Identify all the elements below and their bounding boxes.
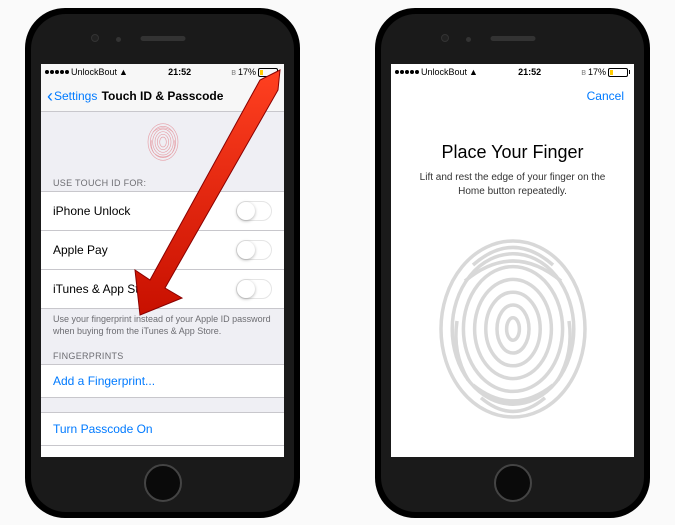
row-apple-pay[interactable]: Apple Pay <box>41 230 284 269</box>
battery-pct: 17% <box>238 67 256 77</box>
iphone-frame-left: UnlockBout ▲ 21:52 ʙ 17% ‹ Settings Touc… <box>25 8 300 518</box>
bluetooth-icon: ʙ <box>231 67 236 77</box>
switch-itunes[interactable] <box>236 279 272 299</box>
wifi-icon: ▲ <box>469 67 478 77</box>
fingerprint-large-icon <box>433 229 593 429</box>
wifi-icon: ▲ <box>119 67 128 77</box>
section-header-use-touchid: USE TOUCH ID FOR: <box>41 172 284 191</box>
back-button[interactable]: ‹ Settings <box>47 87 97 105</box>
switch-iphone-unlock[interactable] <box>236 201 272 221</box>
screen-enroll-fingerprint: UnlockBout ▲ 21:52 ʙ 17% Cancel Place Yo… <box>391 64 634 457</box>
enroll-title: Place Your Finger <box>411 142 614 163</box>
fingerprint-icon <box>146 122 180 162</box>
battery-icon <box>608 68 630 77</box>
row-itunes-appstore[interactable]: iTunes & App Store <box>41 269 284 309</box>
bluetooth-icon: ʙ <box>581 67 586 77</box>
signal-icon <box>45 70 69 74</box>
cancel-label: Cancel <box>587 89 624 103</box>
carrier-label: UnlockBout <box>71 67 117 77</box>
row-label: iTunes & App Store <box>53 282 156 296</box>
status-bar: UnlockBout ▲ 21:52 ʙ 17% <box>391 64 634 80</box>
touchid-hero <box>41 112 284 172</box>
home-button[interactable] <box>494 464 532 502</box>
row-label: Change Passcode <box>53 455 151 457</box>
row-label: Turn Passcode On <box>53 422 153 436</box>
enroll-subtitle: Lift and rest the edge of your finger on… <box>411 171 614 199</box>
screen-touchid-settings: UnlockBout ▲ 21:52 ʙ 17% ‹ Settings Touc… <box>41 64 284 457</box>
status-bar: UnlockBout ▲ 21:52 ʙ 17% <box>41 64 284 80</box>
home-button[interactable] <box>144 464 182 502</box>
clock: 21:52 <box>518 67 541 77</box>
carrier-label: UnlockBout <box>421 67 467 77</box>
page-title: Touch ID & Passcode <box>102 89 224 103</box>
signal-icon <box>395 70 419 74</box>
chevron-left-icon: ‹ <box>47 87 53 105</box>
row-label: Apple Pay <box>53 243 108 257</box>
row-label: iPhone Unlock <box>53 204 130 218</box>
row-iphone-unlock[interactable]: iPhone Unlock <box>41 191 284 230</box>
iphone-frame-right: UnlockBout ▲ 21:52 ʙ 17% Cancel Place Yo… <box>375 8 650 518</box>
cancel-button[interactable]: Cancel <box>587 89 624 103</box>
change-passcode-button: Change Passcode <box>41 445 284 457</box>
add-fingerprint-button[interactable]: Add a Fingerprint... <box>41 364 284 398</box>
turn-passcode-on-button[interactable]: Turn Passcode On <box>41 412 284 445</box>
back-label: Settings <box>54 89 97 103</box>
nav-bar: ‹ Settings Touch ID & Passcode <box>41 80 284 112</box>
section-footer-touchid: Use your fingerprint instead of your App… <box>41 309 284 345</box>
nav-bar: Cancel <box>391 80 634 112</box>
section-header-fingerprints: FINGERPRINTS <box>41 345 284 364</box>
clock: 21:52 <box>168 67 191 77</box>
battery-icon <box>258 68 280 77</box>
battery-pct: 17% <box>588 67 606 77</box>
switch-apple-pay[interactable] <box>236 240 272 260</box>
row-label: Add a Fingerprint... <box>53 374 155 388</box>
